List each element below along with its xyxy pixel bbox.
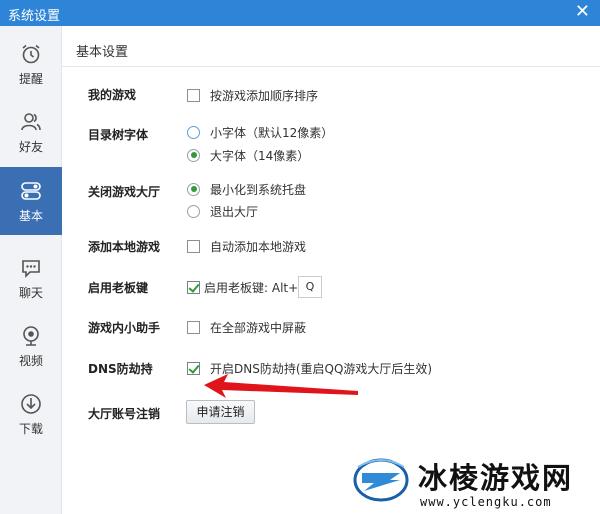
radio-button[interactable]: [187, 125, 200, 139]
sidebar-item-reminder[interactable]: 提醒: [0, 30, 62, 98]
sidebar-item-chat[interactable]: 聊天: [0, 244, 62, 312]
download-icon: [21, 394, 41, 414]
sidebar-item-basic[interactable]: 基本: [0, 167, 62, 235]
boss-key-input[interactable]: Q: [298, 276, 322, 298]
row-label-in-game-helper: 游戏内小助手: [88, 321, 161, 335]
row-label-add-local: 添加本地游戏: [88, 240, 161, 254]
row-label-dns: DNS防劫持: [88, 362, 153, 376]
section-title: 基本设置: [76, 45, 129, 60]
watermark-url: www.yclengku.com: [420, 495, 552, 509]
checkbox-box[interactable]: [187, 320, 200, 334]
sidebar-item-label: 视频: [18, 354, 43, 368]
radio-button[interactable]: [187, 204, 200, 218]
toggle-settings-icon: [21, 182, 41, 200]
checkbox-box[interactable]: [187, 280, 200, 294]
sidebar-item-label: 聊天: [18, 286, 43, 300]
red-arrow-annotation: [204, 374, 358, 398]
radio-button[interactable]: [187, 148, 200, 162]
row-label-my-games: 我的游戏: [88, 88, 137, 102]
checkbox-box[interactable]: [187, 88, 200, 102]
settings-panel: 基本设置 我的游戏 按游戏添加顺序排序 目录树字体 小字体（默认12像素） 大字…: [62, 26, 600, 514]
block-in-all-games-checkbox[interactable]: 在全部游戏中屏蔽: [187, 319, 306, 335]
sidebar-item-download[interactable]: 下载: [0, 380, 62, 448]
exit-hall-radio[interactable]: 退出大厅: [187, 203, 258, 219]
alarm-clock-icon: [22, 44, 40, 64]
sidebar-item-label: 下载: [18, 422, 43, 436]
watermark-title: 冰棱游戏网: [418, 461, 574, 495]
row-label-close-hall: 关闭游戏大厅: [88, 185, 161, 199]
watermark: 冰棱游戏网 www.yclengku.com: [352, 453, 600, 514]
title-bar: 系统设置 ✕: [0, 0, 600, 26]
sidebar-item-label: 基本: [18, 209, 43, 223]
checkbox-box[interactable]: [187, 361, 200, 375]
auto-add-local-checkbox[interactable]: 自动添加本地游戏: [187, 238, 306, 254]
sidebar-item-video[interactable]: 视频: [0, 312, 62, 380]
boss-key-checkbox[interactable]: 启用老板键: Alt+: [187, 279, 298, 295]
row-label-boss-key: 启用老板键: [88, 281, 149, 295]
window-title: 系统设置: [8, 9, 61, 24]
small-font-radio[interactable]: 小字体（默认12像素）: [187, 124, 333, 140]
row-label-tree-font: 目录树字体: [88, 128, 149, 142]
large-font-radio[interactable]: 大字体（14像素）: [187, 147, 309, 163]
watermark-logo-icon: [353, 458, 409, 502]
sort-by-add-order-checkbox[interactable]: 按游戏添加顺序排序: [187, 87, 318, 103]
chat-bubble-icon: [22, 260, 40, 278]
checkbox-box[interactable]: [187, 239, 200, 253]
row-label-account-cancel: 大厅账号注销: [88, 407, 161, 421]
close-icon[interactable]: ✕: [575, 2, 590, 22]
sidebar: 提醒 好友 基本 聊天 视频 下载: [0, 26, 62, 514]
sidebar-item-friends[interactable]: 好友: [0, 98, 62, 166]
webcam-icon: [23, 326, 39, 346]
section-divider: [62, 66, 600, 67]
friends-icon: [21, 113, 41, 131]
radio-button[interactable]: [187, 182, 200, 196]
sidebar-item-label: 好友: [18, 140, 43, 154]
sidebar-item-label: 提醒: [18, 72, 43, 86]
minimize-to-tray-radio[interactable]: 最小化到系统托盘: [187, 181, 306, 197]
